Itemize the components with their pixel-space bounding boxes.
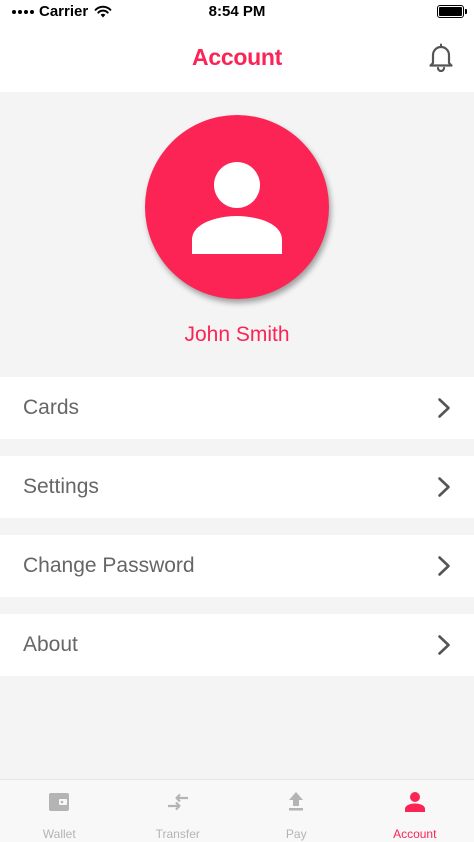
tab-label: Wallet <box>42 827 76 841</box>
upload-icon <box>289 792 304 811</box>
wallet-icon <box>49 793 70 811</box>
tab-account[interactable]: Account <box>356 780 474 842</box>
menu-item-cards[interactable]: Cards <box>0 377 474 439</box>
battery-icon <box>437 5 467 18</box>
chevron-right-icon <box>438 635 450 655</box>
tab-transfer[interactable]: Transfer <box>119 780 238 842</box>
tab-label: Pay <box>285 827 307 841</box>
tab-pay[interactable]: Pay <box>237 780 356 842</box>
tab-label: Transfer <box>155 827 200 841</box>
tab-label: Account <box>393 827 437 841</box>
chevron-right-icon <box>438 556 450 576</box>
user-name: John Smith <box>184 323 290 346</box>
transfer-icon <box>167 793 188 811</box>
tab-wallet[interactable]: Wallet <box>0 780 119 842</box>
menu-item-label: Change Password <box>23 554 195 577</box>
user-icon <box>404 792 425 812</box>
bell-icon[interactable] <box>428 42 454 72</box>
profile-section: John Smith <box>0 92 474 376</box>
tab-bar: Wallet Transfer Pay Account <box>0 779 474 842</box>
menu-item-label: About <box>23 633 78 656</box>
chevron-right-icon <box>438 477 450 497</box>
clock: 8:54 PM <box>208 3 266 20</box>
status-bar: Carrier 8:54 PM <box>0 0 474 24</box>
menu-item-label: Settings <box>23 475 99 498</box>
menu-item-label: Cards <box>23 396 80 419</box>
user-icon <box>192 162 282 254</box>
chevron-right-icon <box>438 398 450 418</box>
header: Account <box>0 24 474 92</box>
menu-item-settings[interactable]: Settings <box>0 456 474 518</box>
menu-item-about[interactable]: About <box>0 614 474 676</box>
menu-item-change-password[interactable]: Change Password <box>0 535 474 597</box>
page-title: Account <box>192 44 282 70</box>
avatar[interactable] <box>145 115 329 299</box>
